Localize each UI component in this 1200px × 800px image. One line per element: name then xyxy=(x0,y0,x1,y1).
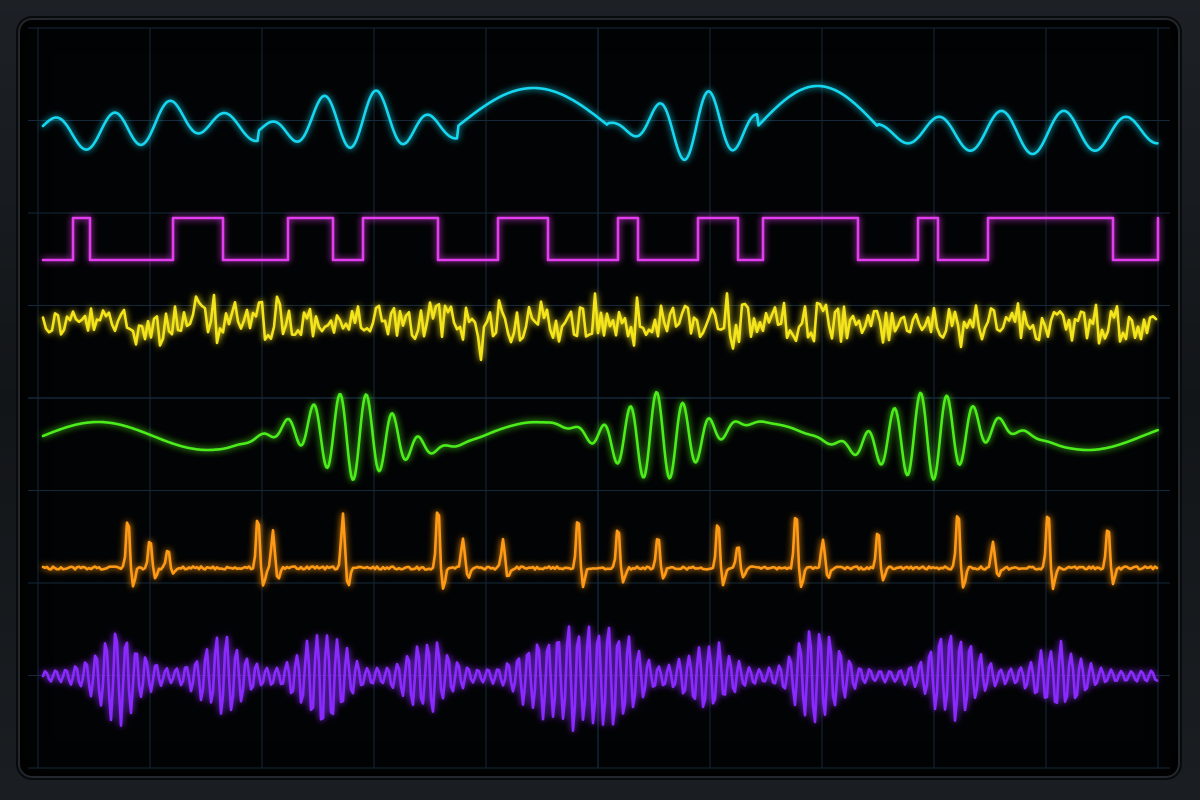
burst-wave-icon xyxy=(41,390,1160,481)
cyan-wave-trace xyxy=(41,84,1159,162)
magenta-square-trace xyxy=(41,216,1160,262)
square-wave-icon xyxy=(41,216,1160,262)
oscilloscope-screen xyxy=(18,18,1180,778)
orange-spikes-trace xyxy=(41,511,1159,591)
purple-modulated-trace xyxy=(41,625,1159,732)
yellow-noise-trace xyxy=(41,292,1158,362)
spike-wave-icon xyxy=(41,511,1159,591)
oscilloscope-bezel xyxy=(0,0,1200,800)
noise-wave-icon xyxy=(41,292,1158,362)
waveform-display xyxy=(28,27,1170,769)
modulated-wave-icon xyxy=(41,625,1159,732)
trace-group xyxy=(41,84,1160,732)
sine-wave-icon xyxy=(41,84,1159,162)
green-bursts-trace xyxy=(41,390,1160,481)
